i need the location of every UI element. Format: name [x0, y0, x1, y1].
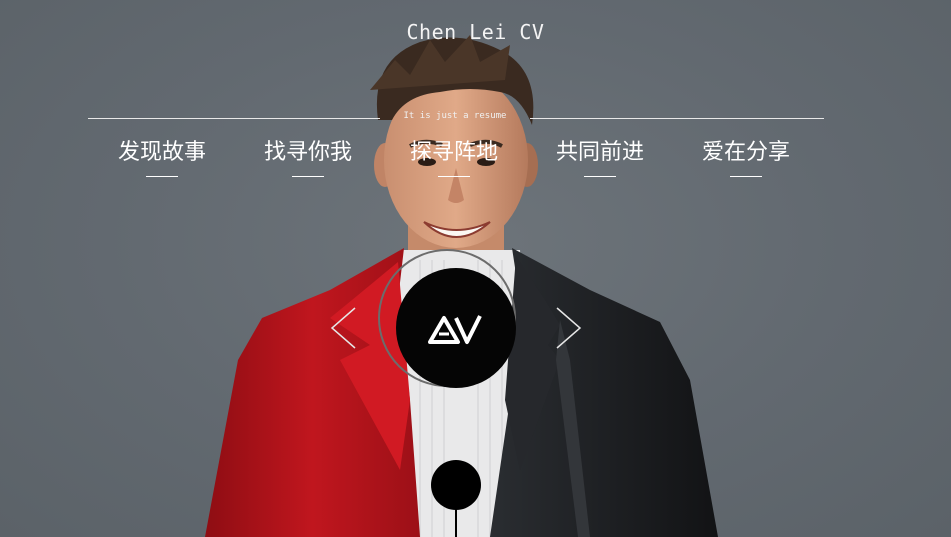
- logo-button[interactable]: [396, 268, 516, 388]
- nav-item-move-forward[interactable]: 共同前进: [530, 134, 670, 177]
- divider-left: [88, 118, 380, 119]
- nav-underline: [438, 176, 470, 177]
- nav-item-find-you-me[interactable]: 找寻你我: [238, 134, 378, 177]
- av-logo-icon: [428, 315, 482, 344]
- chevron-left-icon[interactable]: [328, 306, 358, 350]
- scroll-indicator-line: [455, 505, 457, 537]
- nav-item-label: 共同前进: [555, 140, 644, 165]
- nav-item-love-share[interactable]: 爱在分享: [676, 134, 816, 177]
- nav-item-discover-story[interactable]: 发现故事: [92, 134, 232, 177]
- nav-underline: [730, 176, 762, 177]
- nav-underline: [292, 176, 324, 177]
- page-title: Chen Lei CV: [406, 20, 545, 44]
- nav-item-label: 发现故事: [117, 140, 206, 165]
- nav-item-label: 找寻你我: [263, 140, 352, 165]
- divider-right: [530, 118, 824, 119]
- main-nav: 发现故事 找寻你我 探寻阵地 共同前进 爱在分享: [0, 134, 951, 184]
- chevron-right-icon[interactable]: [554, 306, 584, 350]
- nav-item-label: 探寻阵地: [409, 140, 498, 165]
- nav-underline: [146, 176, 178, 177]
- nav-item-explore-base[interactable]: 探寻阵地: [384, 134, 524, 177]
- nav-underline: [584, 176, 616, 177]
- page-subtitle: It is just a resume: [403, 111, 507, 121]
- scroll-indicator-dot[interactable]: [431, 460, 481, 510]
- nav-item-label: 爱在分享: [701, 140, 790, 165]
